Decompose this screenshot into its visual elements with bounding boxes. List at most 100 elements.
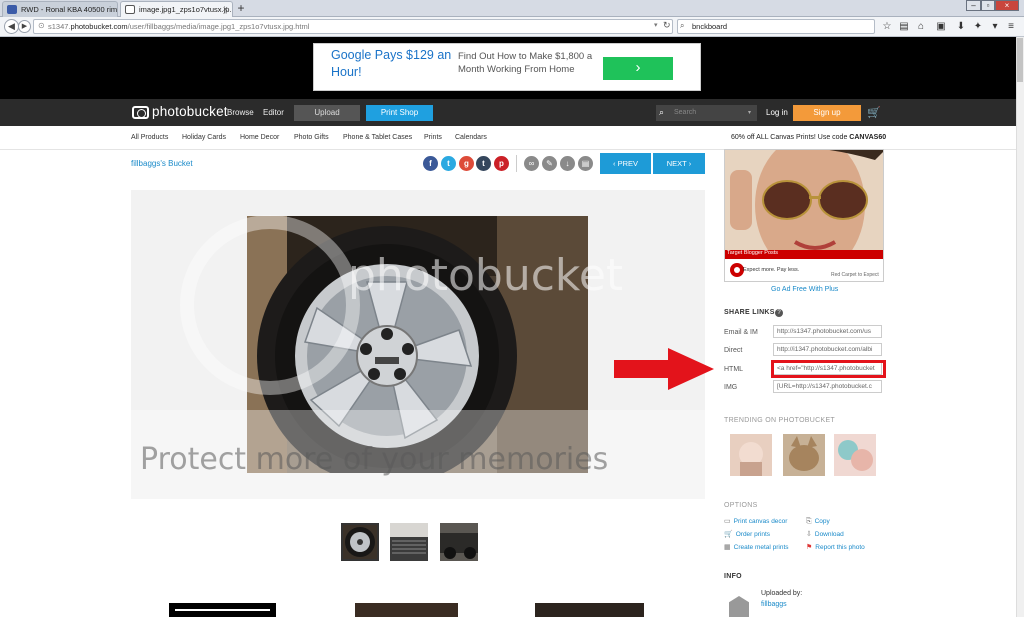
overflow-icon[interactable]: ▾ (989, 20, 1001, 33)
google-plus-icon[interactable]: g (459, 156, 474, 171)
category-link[interactable]: Calendars (455, 134, 487, 141)
category-link[interactable]: Home Decor (240, 134, 279, 141)
signup-button[interactable]: Sign up (793, 105, 861, 121)
category-link[interactable]: Phone & Tablet Cases (343, 134, 412, 141)
trending-image (834, 434, 876, 476)
pocket-icon[interactable]: ▣ (935, 20, 947, 33)
go-ad-free-link[interactable]: Go Ad Free With Plus (771, 286, 838, 293)
tumblr-icon[interactable]: t (476, 156, 491, 171)
chevron-down-icon[interactable]: ▾ (748, 109, 751, 116)
img-link-field[interactable]: [URL=http://s1347.photobucket.c (773, 380, 882, 393)
option-download[interactable]: ⇩ Download (806, 529, 844, 538)
trending-photo[interactable] (783, 434, 825, 476)
watermark-tagline: Protect more of your memories (140, 442, 609, 477)
option-label: Report this photo (815, 544, 865, 551)
nav-editor[interactable]: Editor (263, 108, 284, 117)
option-copy[interactable]: ⎘ Copy (806, 516, 830, 526)
print-shop-button[interactable]: Print Shop (366, 105, 433, 121)
thumbnail[interactable] (440, 523, 478, 561)
browser-search-input[interactable]: bnckboard (677, 19, 875, 34)
share-links-heading: SHARE LINKS (724, 309, 775, 316)
trending-photo[interactable] (834, 434, 876, 476)
menu-icon[interactable]: ≡ (1005, 20, 1017, 33)
login-link[interactable]: Log in (766, 108, 788, 117)
address-bar[interactable]: s1347.photobucket.com/user/fillbaggs/med… (33, 19, 673, 34)
option-metal-prints[interactable]: ▦ Create metal prints (724, 542, 789, 551)
trending-photo[interactable] (730, 434, 772, 476)
upload-button[interactable]: Upload (294, 105, 360, 121)
ad-arrow-button[interactable]: › (603, 57, 673, 80)
bucket-link[interactable]: fillbaggs's Bucket (131, 159, 193, 168)
page-info-icon[interactable]: ⊙ (38, 21, 45, 30)
facebook-icon[interactable]: f (423, 156, 438, 171)
cart-icon[interactable]: 🛒 (867, 106, 881, 119)
avatar[interactable] (729, 596, 749, 617)
maximize-button[interactable]: ▫ (981, 0, 995, 11)
ad-banner-title: Target Blogger Posts (727, 250, 779, 256)
bookmarks-icon[interactable]: ▤ (898, 20, 910, 33)
site-search-input[interactable]: Search (656, 105, 757, 121)
thumbnail-selected[interactable] (341, 523, 379, 561)
direct-link-field[interactable]: http://i1347.photobucket.com/albi (773, 343, 882, 356)
sidebar-ad[interactable] (724, 149, 884, 282)
pinterest-icon[interactable]: p (494, 156, 509, 171)
prev-button[interactable]: ‹ PREV (600, 153, 651, 174)
album-icon[interactable]: ▤ (578, 156, 593, 171)
option-label: Print canvas decor (733, 518, 788, 525)
home-icon[interactable]: ⌂ (915, 20, 927, 33)
grille-thumbnail-image (390, 523, 428, 561)
back-arrow-icon[interactable]: ◀ (4, 19, 19, 34)
nav-browse[interactable]: Browse (227, 108, 254, 117)
thumbnail[interactable] (390, 523, 428, 561)
category-link[interactable]: All Products (131, 134, 168, 141)
option-label: Copy (814, 518, 830, 525)
next-button[interactable]: NEXT › (653, 153, 705, 174)
forward-arrow-icon[interactable]: ▶ (18, 20, 31, 33)
options-heading: OPTIONS (724, 502, 758, 509)
search-icon: ⌕ (659, 107, 665, 117)
option-report[interactable]: ⚑ Report this photo (806, 542, 865, 551)
promo-text[interactable]: 60% off ALL Canvas Prints! Use code CANV… (731, 134, 886, 141)
browser-tab[interactable]: RWD - Ronal KBA 40500 rims (2, 1, 118, 17)
ad-title[interactable]: Google Pays $129 an Hour! (331, 47, 456, 81)
related-photo[interactable] (355, 603, 458, 617)
download-icon[interactable]: ⬇ (955, 20, 967, 33)
category-link[interactable]: Photo Gifts (294, 134, 329, 141)
help-icon[interactable]: ? (775, 309, 783, 317)
watermark-logo: photobucket (348, 250, 624, 301)
uploader-link[interactable]: fillbaggs (761, 601, 787, 608)
trending-image (783, 434, 825, 476)
share-label: HTML (724, 366, 744, 373)
sunglasses-model-image (725, 150, 883, 281)
ad-banner-link[interactable]: Red Carpet to Expect (831, 272, 879, 278)
related-photo[interactable] (169, 603, 276, 617)
category-link[interactable]: Holiday Cards (182, 134, 226, 141)
camera-logo-icon[interactable] (132, 106, 149, 119)
bookmark-star-icon[interactable]: ☆ (881, 20, 893, 33)
option-print-canvas[interactable]: ▭ Print canvas decor (724, 516, 787, 525)
scrollbar-thumb[interactable] (1017, 38, 1023, 82)
highlight-box (771, 360, 886, 378)
promo-code: CANVAS60 (849, 134, 887, 141)
minimize-button[interactable]: – (966, 0, 981, 11)
browser-tab-active[interactable]: image.jpg1_zps1o7vtusx.jp... × (120, 1, 233, 17)
edit-icon[interactable]: ✎ (542, 156, 557, 171)
url-dropdown-icon[interactable]: ▾ (654, 21, 658, 29)
link-icon[interactable]: ∞ (524, 156, 539, 171)
close-window-button[interactable]: × (995, 0, 1019, 11)
image-favicon-icon (125, 5, 135, 14)
car-thumbnail-image (440, 523, 478, 561)
email-link-field[interactable]: http://s1347.photobucket.com/us (773, 325, 882, 338)
addon-icon[interactable]: ✦ (972, 20, 984, 33)
category-link[interactable]: Prints (424, 134, 442, 141)
download-icon[interactable]: ↓ (560, 156, 575, 171)
new-tab-button[interactable]: + (234, 2, 248, 15)
twitter-icon[interactable]: t (441, 156, 456, 171)
close-tab-icon[interactable]: × (223, 2, 228, 17)
site-logo[interactable]: photobucket (152, 104, 228, 119)
page-scrollbar[interactable] (1016, 37, 1024, 617)
share-label: Direct (724, 347, 743, 354)
related-photo[interactable] (535, 603, 644, 617)
option-order-prints[interactable]: 🛒 Order prints (724, 529, 770, 538)
reload-icon[interactable]: ↻ (663, 20, 671, 31)
